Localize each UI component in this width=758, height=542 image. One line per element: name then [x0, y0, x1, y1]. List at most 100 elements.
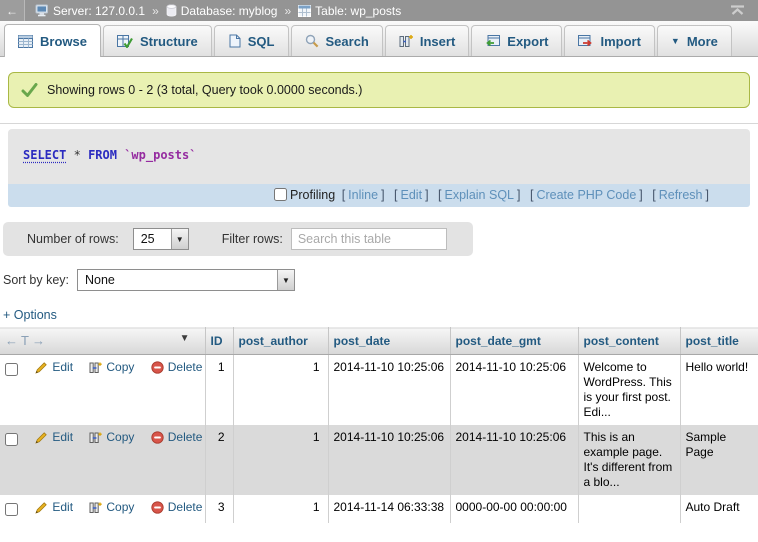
breadcrumb-database-label: Database: myblog [181, 4, 278, 18]
filter-rows-input[interactable] [291, 228, 447, 250]
query-section: SELECT * FROM `wp_posts` Profiling [Inli… [0, 123, 758, 207]
actions-caret-icon[interactable]: ▼ [180, 333, 190, 344]
export-icon [485, 35, 500, 48]
structure-icon [117, 35, 133, 48]
breadcrumb-server[interactable]: Server: 127.0.0.1 [35, 4, 145, 18]
tab-bar: Browse Structure SQL Search Insert Expor… [0, 21, 758, 57]
edit-query-link[interactable]: Edit [401, 188, 423, 202]
cell-post-content: This is an example page. It's different … [578, 425, 680, 495]
back-arrow-icon: ← [6, 4, 18, 18]
back-button[interactable]: ← [0, 0, 25, 21]
sort-by-key-value: None [78, 270, 277, 290]
row-checkbox[interactable] [5, 503, 18, 516]
copy-row-link[interactable]: Copy [89, 360, 134, 375]
cell-id: 3 [205, 495, 233, 523]
server-icon [35, 4, 49, 17]
column-header-post-title[interactable]: post_title [680, 328, 758, 355]
column-header-post-author[interactable]: post_author [233, 328, 328, 355]
bracket: ] [381, 188, 384, 202]
cell-post-date: 2014-11-10 10:25:06 [328, 355, 450, 426]
tab-export-label: Export [507, 34, 548, 49]
sql-star: * [74, 148, 81, 162]
table-row: Edit Copy Delete 2 1 2014-11-10 10:25:06… [0, 425, 758, 495]
transpose-control[interactable]: ←T→ [5, 333, 48, 348]
delete-row-link[interactable]: Delete [151, 500, 203, 515]
edit-label: Edit [52, 360, 73, 375]
copy-label: Copy [106, 500, 134, 515]
row-checkbox[interactable] [5, 363, 18, 376]
cell-post-date-gmt: 2014-11-10 10:25:06 [450, 355, 578, 426]
filter-rows-label: Filter rows: [222, 232, 283, 246]
column-header-post-content[interactable]: post_content [578, 328, 680, 355]
sql-icon [228, 34, 241, 48]
options-toggle-link[interactable]: + Options [3, 308, 57, 322]
tab-structure-label: Structure [140, 34, 198, 49]
dropdown-caret-icon: ▼ [277, 270, 294, 290]
bracket: ] [425, 188, 428, 202]
breadcrumb-database[interactable]: Database: myblog [166, 4, 278, 18]
edit-row-link[interactable]: Edit [35, 430, 73, 445]
copy-icon [89, 431, 102, 444]
bracket: [ [342, 188, 345, 202]
sql-keyword-from: FROM [88, 148, 117, 162]
copy-row-link[interactable]: Copy [89, 430, 134, 445]
tab-sql-label: SQL [248, 34, 275, 49]
pencil-icon [35, 501, 48, 514]
cell-post-title: Auto Draft [680, 495, 758, 523]
tab-sql[interactable]: SQL [214, 25, 289, 56]
refresh-link[interactable]: Refresh [659, 188, 703, 202]
tab-import[interactable]: Import [564, 25, 654, 56]
tab-search-label: Search [326, 34, 369, 49]
edit-row-link[interactable]: Edit [35, 360, 73, 375]
search-icon [305, 34, 319, 48]
collapse-icon [729, 5, 746, 16]
tab-export[interactable]: Export [471, 25, 562, 56]
database-icon [166, 4, 177, 17]
actions-header: ←T→ ▼ [0, 328, 205, 355]
sort-row: Sort by key: None ▼ [3, 269, 758, 291]
table-header-row: ←T→ ▼ ID post_author post_date post_date… [0, 328, 758, 355]
browse-icon [18, 35, 33, 48]
copy-icon [89, 361, 102, 374]
tab-browse-label: Browse [40, 34, 87, 49]
column-header-post-date-gmt[interactable]: post_date_gmt [450, 328, 578, 355]
tab-structure[interactable]: Structure [103, 25, 212, 56]
edit-label: Edit [52, 430, 73, 445]
tab-search[interactable]: Search [291, 25, 383, 56]
copy-row-link[interactable]: Copy [89, 500, 134, 515]
edit-row-link[interactable]: Edit [35, 500, 73, 515]
bracket: ] [639, 188, 642, 202]
bracket: [ [394, 188, 397, 202]
bracket: ] [706, 188, 709, 202]
create-php-code-link[interactable]: Create PHP Code [536, 188, 636, 202]
delete-row-link[interactable]: Delete [151, 360, 203, 375]
column-header-post-date[interactable]: post_date [328, 328, 450, 355]
row-actions: Edit Copy Delete [0, 425, 205, 495]
table-row: Edit Copy Delete 1 1 2014-11-10 10:25:06… [0, 355, 758, 426]
import-icon [578, 35, 593, 48]
delete-label: Delete [168, 500, 203, 515]
sql-table-ref: `wp_posts` [124, 148, 196, 162]
sort-by-key-select[interactable]: None ▼ [77, 269, 295, 291]
tab-more[interactable]: ▼ More [657, 25, 732, 56]
pencil-icon [35, 431, 48, 444]
number-of-rows-label: Number of rows: [27, 232, 119, 246]
breadcrumb-separator: » [152, 4, 159, 18]
row-checkbox[interactable] [5, 433, 18, 446]
tab-browse[interactable]: Browse [4, 24, 101, 57]
table-icon [298, 5, 311, 17]
tab-insert-label: Insert [420, 34, 455, 49]
pencil-icon [35, 361, 48, 374]
number-of-rows-select[interactable]: 25 ▼ [133, 228, 189, 250]
delete-row-link[interactable]: Delete [151, 430, 203, 445]
tab-more-label: More [687, 34, 718, 49]
inline-link[interactable]: Inline [348, 188, 378, 202]
explain-sql-link[interactable]: Explain SQL [445, 188, 514, 202]
collapse-topbar-button[interactable] [729, 5, 746, 16]
breadcrumb-table[interactable]: Table: wp_posts [298, 4, 401, 18]
cell-post-date-gmt: 0000-00-00 00:00:00 [450, 495, 578, 523]
profiling-checkbox[interactable] [274, 188, 287, 201]
tab-insert[interactable]: Insert [385, 25, 469, 56]
breadcrumb-separator: » [284, 4, 291, 18]
column-header-id[interactable]: ID [205, 328, 233, 355]
